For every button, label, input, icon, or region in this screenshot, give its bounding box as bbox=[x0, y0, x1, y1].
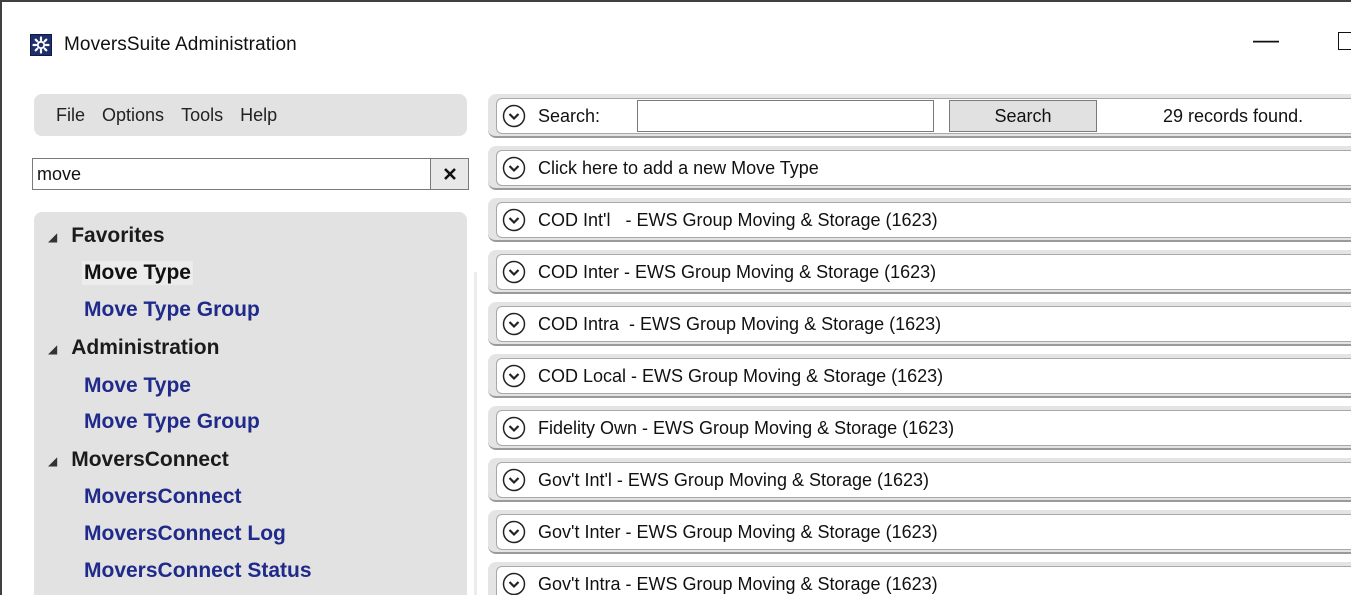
expanded-triangle-icon[interactable]: ◢ bbox=[48, 342, 57, 356]
tree-item-favorites-move-type[interactable]: Move Type bbox=[82, 261, 193, 285]
chevron-down-icon[interactable] bbox=[502, 520, 526, 544]
chevron-down-icon[interactable] bbox=[502, 260, 526, 284]
list-item[interactable]: COD Inter - EWS Group Moving & Storage (… bbox=[488, 250, 1351, 294]
chevron-down-icon[interactable] bbox=[502, 156, 526, 180]
tree-group-label: Favorites bbox=[71, 224, 165, 247]
tree-item-admin-move-type-group[interactable]: Move Type Group bbox=[84, 410, 260, 434]
list-item[interactable]: COD Int'l - EWS Group Moving & Storage (… bbox=[488, 198, 1351, 242]
search-row: Search: Search 29 records found. bbox=[488, 94, 1351, 138]
chevron-down-icon[interactable] bbox=[502, 364, 526, 388]
maximize-button[interactable] bbox=[1338, 32, 1351, 50]
clear-filter-button[interactable] bbox=[430, 159, 468, 189]
search-label: Search: bbox=[538, 106, 601, 126]
chevron-down-icon[interactable] bbox=[502, 104, 526, 128]
tree-item-moversconnect[interactable]: MoversConnect bbox=[84, 485, 242, 509]
list-item-body: COD Local - EWS Group Moving & Storage (… bbox=[496, 358, 1351, 394]
tree-group-label: Administration bbox=[71, 336, 220, 359]
minimize-button[interactable]: — bbox=[1250, 24, 1282, 56]
move-type-name: COD Inter - EWS Group Moving & Storage (… bbox=[538, 262, 937, 282]
chevron-down-icon[interactable] bbox=[502, 468, 526, 492]
list-item[interactable]: Gov't Int'l - EWS Group Moving & Storage… bbox=[488, 458, 1351, 502]
menu-help[interactable]: Help bbox=[240, 105, 277, 126]
tree-group-administration[interactable]: ◢ Administration bbox=[48, 336, 219, 360]
list-item-body: Fidelity Own - EWS Group Moving & Storag… bbox=[496, 410, 1351, 446]
chevron-down-icon[interactable] bbox=[502, 416, 526, 440]
tree-item-favorites-move-type-group[interactable]: Move Type Group bbox=[84, 298, 260, 322]
move-type-name: COD Intra - EWS Group Moving & Storage (… bbox=[538, 314, 942, 334]
navigation-filter bbox=[32, 158, 469, 190]
records-panel: Search: Search 29 records found. Click h… bbox=[488, 94, 1351, 595]
menu-tools[interactable]: Tools bbox=[181, 105, 223, 126]
chevron-down-icon[interactable] bbox=[502, 572, 526, 595]
add-row-body: Click here to add a new Move Type bbox=[496, 150, 1351, 186]
menu-bar: File Options Tools Help bbox=[34, 94, 467, 136]
gear-icon[interactable] bbox=[30, 34, 52, 56]
tree-scrollbar[interactable] bbox=[474, 272, 477, 595]
list-item[interactable]: COD Intra - EWS Group Moving & Storage (… bbox=[488, 302, 1351, 346]
expanded-triangle-icon[interactable]: ◢ bbox=[48, 230, 57, 244]
move-type-name: Gov't Inter - EWS Group Moving & Storage… bbox=[538, 522, 938, 542]
tree-group-label: MoversConnect bbox=[71, 448, 229, 471]
list-item[interactable]: Gov't Intra - EWS Group Moving & Storage… bbox=[488, 562, 1351, 595]
tree-item-moversconnect-status[interactable]: MoversConnect Status bbox=[84, 559, 312, 583]
move-type-name: Gov't Int'l - EWS Group Moving & Storage… bbox=[538, 470, 930, 490]
list-item-body: Gov't Inter - EWS Group Moving & Storage… bbox=[496, 514, 1351, 550]
tree-item-moversconnect-log[interactable]: MoversConnect Log bbox=[84, 522, 286, 546]
menu-options[interactable]: Options bbox=[102, 105, 164, 126]
add-move-type-label: Click here to add a new Move Type bbox=[538, 158, 819, 178]
list-item-body: COD Intra - EWS Group Moving & Storage (… bbox=[496, 306, 1351, 342]
list-item[interactable]: COD Local - EWS Group Moving & Storage (… bbox=[488, 354, 1351, 398]
move-type-name: COD Int'l - EWS Group Moving & Storage (… bbox=[538, 210, 938, 230]
list-item-body: COD Inter - EWS Group Moving & Storage (… bbox=[496, 254, 1351, 290]
app-window: MoversSuite Administration — File Option… bbox=[0, 0, 1351, 595]
list-item[interactable]: Gov't Inter - EWS Group Moving & Storage… bbox=[488, 510, 1351, 554]
list-item-body: COD Int'l - EWS Group Moving & Storage (… bbox=[496, 202, 1351, 238]
add-move-type-row[interactable]: Click here to add a new Move Type bbox=[488, 146, 1351, 190]
chevron-down-icon[interactable] bbox=[502, 312, 526, 336]
title-bar: MoversSuite Administration — bbox=[2, 2, 1351, 82]
search-row-body: Search: Search 29 records found. bbox=[496, 98, 1351, 134]
move-type-name: Gov't Intra - EWS Group Moving & Storage… bbox=[538, 574, 938, 594]
list-item-body: Gov't Intra - EWS Group Moving & Storage… bbox=[496, 566, 1351, 595]
list-item[interactable]: Fidelity Own - EWS Group Moving & Storag… bbox=[488, 406, 1351, 450]
app-logo-gear bbox=[32, 36, 50, 54]
close-icon bbox=[443, 168, 456, 180]
chevron-down-icon[interactable] bbox=[502, 208, 526, 232]
search-input[interactable] bbox=[637, 100, 934, 132]
tree-group-moversconnect[interactable]: ◢ MoversConnect bbox=[48, 448, 229, 472]
filter-input[interactable] bbox=[33, 159, 428, 189]
expanded-triangle-icon[interactable]: ◢ bbox=[48, 454, 57, 468]
move-type-name: COD Local - EWS Group Moving & Storage (… bbox=[538, 366, 944, 386]
menu-file[interactable]: File bbox=[56, 105, 85, 126]
search-button[interactable]: Search bbox=[949, 100, 1097, 132]
records-count: 29 records found. bbox=[1163, 106, 1304, 126]
tree-item-admin-move-type[interactable]: Move Type bbox=[84, 374, 191, 398]
list-item-body: Gov't Int'l - EWS Group Moving & Storage… bbox=[496, 462, 1351, 498]
move-type-name: Fidelity Own - EWS Group Moving & Storag… bbox=[538, 418, 955, 438]
tree-group-favorites[interactable]: ◢ Favorites bbox=[48, 224, 165, 248]
window-title: MoversSuite Administration bbox=[64, 34, 297, 55]
